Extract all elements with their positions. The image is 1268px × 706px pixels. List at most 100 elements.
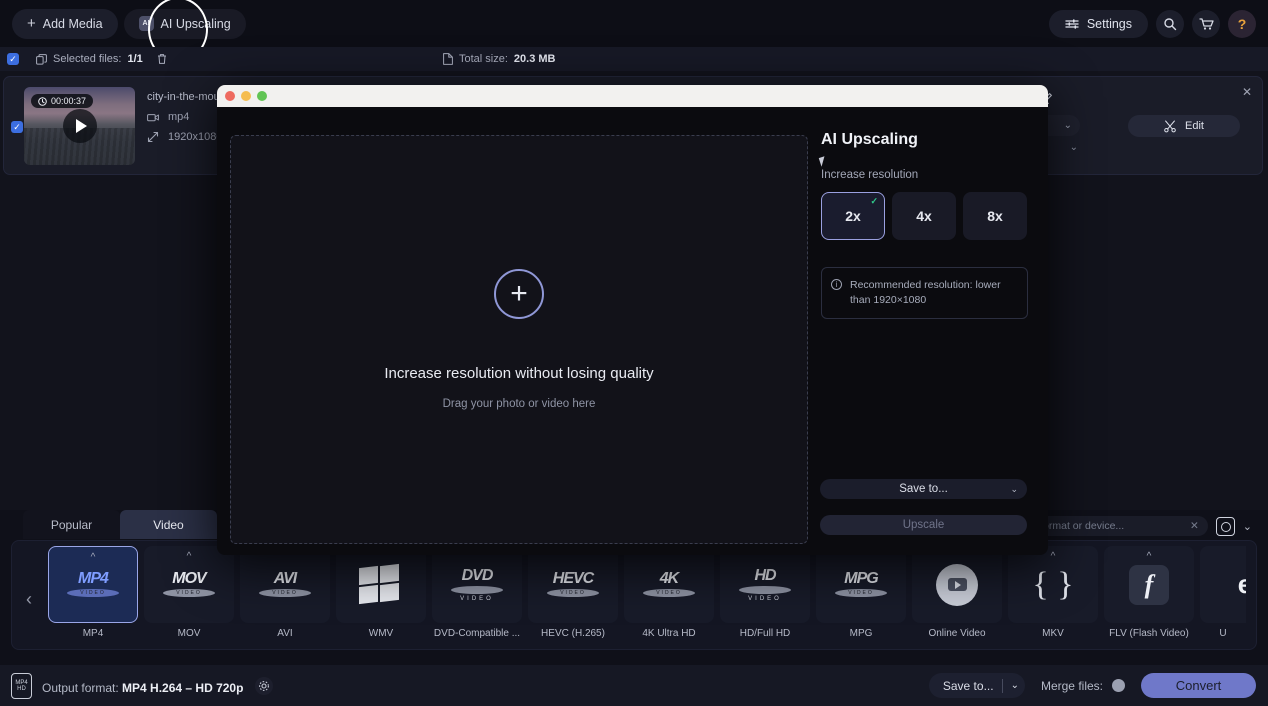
format-logo-hevc: HEVC VIDEO	[528, 546, 618, 623]
dropzone[interactable]: + Increase resolution without losing qua…	[230, 135, 808, 544]
format-logo-wmv	[336, 546, 426, 623]
device-search-icon[interactable]	[1216, 517, 1235, 536]
format-label-hd: HD/Full HD	[720, 628, 810, 639]
format-logo-flv: ^ f	[1104, 546, 1194, 623]
modal-sidebar: AI Upscaling Increase resolution 2x ✓ 4x…	[808, 107, 1048, 555]
chevron-up-icon[interactable]: ^	[1051, 551, 1056, 562]
bottom-bar: MP4HD Output format: MP4 H.264 – HD 720p…	[0, 665, 1268, 706]
chevron-down-icon[interactable]: ⌄	[1243, 520, 1252, 533]
selected-files-group: Selected files: 1/1	[36, 53, 167, 65]
toolbar-right-group: Settings ?	[1049, 10, 1256, 38]
format-logo-text: 4K	[643, 571, 695, 587]
format-card-4k[interactable]: 4K VIDEO 4K Ultra HD	[624, 546, 714, 639]
convert-button[interactable]: Convert	[1141, 673, 1256, 698]
selected-files-label: Selected files:	[53, 53, 121, 65]
scissors-icon	[1164, 120, 1177, 133]
format-logo-mov: ^ MOV VIDEO	[144, 546, 234, 623]
settings-button[interactable]: Settings	[1049, 10, 1148, 38]
chevron-down-icon: ⌄	[1070, 142, 1078, 153]
flash-icon: f	[1129, 565, 1169, 605]
close-traffic-light[interactable]	[225, 91, 235, 101]
modal-body: + Increase resolution without losing qua…	[217, 107, 1048, 555]
plus-icon: +	[27, 16, 36, 31]
format-logo-text: MOV	[163, 571, 215, 587]
dvd-word: VIDEO	[643, 589, 695, 597]
upscale-button[interactable]: Upscale	[820, 515, 1027, 535]
format-strip: ‹ › ^ MP4 VIDEO MP4 ^	[11, 540, 1257, 650]
format-card-wmv[interactable]: WMV	[336, 546, 426, 639]
output-extra-dropdown[interactable]: ⌄	[1070, 142, 1078, 153]
edit-button[interactable]: Edit	[1128, 115, 1240, 137]
format-card-mp4[interactable]: ^ MP4 VIDEO MP4	[48, 546, 138, 639]
clock-icon	[38, 97, 47, 106]
tab-video-label: Video	[153, 518, 183, 532]
prev-formats-button[interactable]: ‹	[26, 589, 32, 610]
divider	[1002, 679, 1003, 693]
file-name: city-in-the-mou	[147, 91, 222, 103]
format-card-hevc[interactable]: HEVC VIDEO HEVC (H.265)	[528, 546, 618, 639]
trash-icon[interactable]	[157, 53, 167, 65]
cart-icon	[1199, 17, 1214, 31]
convert-label: Convert	[1176, 678, 1222, 693]
format-logo-mpg: MPG VIDEO	[816, 546, 906, 623]
play-button[interactable]	[63, 109, 97, 143]
dvd-word: VIDEO	[451, 596, 503, 602]
total-size-label: Total size:	[459, 53, 508, 65]
settings-label: Settings	[1087, 17, 1132, 31]
format-card-mpg[interactable]: MPG VIDEO MPG	[816, 546, 906, 639]
format-card-partial[interactable]: e U	[1200, 546, 1246, 639]
format-label-online-video: Online Video	[912, 628, 1002, 639]
minimize-traffic-light[interactable]	[241, 91, 251, 101]
format-cards: ^ MP4 VIDEO MP4 ^ MOV VIDEO	[48, 546, 1246, 639]
tab-video[interactable]: Video	[120, 510, 217, 539]
modal-save-to-dropdown[interactable]: Save to... ⌄	[820, 479, 1027, 499]
file-icon	[443, 53, 453, 65]
merge-files-toggle[interactable]	[1112, 679, 1125, 692]
format-card-avi[interactable]: AVI VIDEO AVI	[240, 546, 330, 639]
chevron-up-icon[interactable]: ^	[91, 552, 96, 563]
save-to-dropdown[interactable]: Save to... ⌄	[929, 673, 1025, 698]
format-card-flv[interactable]: ^ f FLV (Flash Video)	[1104, 546, 1194, 639]
ai-upscaling-button[interactable]: AI AI Upscaling	[124, 9, 246, 39]
maximize-traffic-light[interactable]	[257, 91, 267, 101]
video-thumbnail[interactable]: 00:00:37	[24, 87, 135, 165]
format-label-mpg: MPG	[816, 628, 906, 639]
format-card-dvd[interactable]: DVD VIDEO DVD-Compatible ...	[432, 546, 522, 639]
format-label-mov: MOV	[144, 628, 234, 639]
file-resolution: 1920x1080	[168, 131, 222, 143]
add-media-button[interactable]: + Add Media	[12, 9, 118, 39]
chevron-up-icon[interactable]: ^	[1147, 551, 1152, 562]
gear-icon[interactable]	[255, 677, 273, 695]
file-checkbox[interactable]: ✓	[11, 121, 23, 133]
format-label-4k: 4K Ultra HD	[624, 628, 714, 639]
selected-files-value: 1/1	[127, 53, 142, 65]
cart-button[interactable]	[1192, 10, 1220, 38]
resolution-option-2x[interactable]: 2x ✓	[821, 192, 885, 240]
resolution-option-4x[interactable]: 4x	[892, 192, 956, 240]
format-card-hd[interactable]: HD VIDEO HD/Full HD	[720, 546, 810, 639]
add-media-label: Add Media	[43, 17, 103, 31]
app-window: + Add Media AI AI Upscaling Settings ?	[0, 0, 1268, 706]
select-all-checkbox[interactable]: ✓	[7, 53, 19, 65]
dvd-word: VIDEO	[835, 589, 887, 597]
search-icon-button[interactable]	[1156, 10, 1184, 38]
check-icon: ✓	[13, 122, 21, 133]
format-card-mov[interactable]: ^ MOV VIDEO MOV	[144, 546, 234, 639]
format-logo-text: HD	[739, 568, 791, 584]
modal-titlebar[interactable]	[217, 85, 1048, 107]
dropzone-subtext: Drag your photo or video here	[443, 398, 596, 410]
tab-popular[interactable]: Popular	[23, 510, 120, 539]
format-label-wmv: WMV	[336, 628, 426, 639]
add-file-button[interactable]: +	[494, 269, 544, 319]
help-button[interactable]: ?	[1228, 10, 1256, 38]
resolution-option-8x[interactable]: 8x	[963, 192, 1027, 240]
close-row-button[interactable]: ✕	[1242, 85, 1252, 99]
format-card-online-video[interactable]: Online Video	[912, 546, 1002, 639]
clear-search-icon[interactable]: ✕	[1190, 520, 1199, 532]
resolution-label: 8x	[987, 208, 1003, 224]
chevron-up-icon[interactable]: ^	[187, 551, 192, 562]
format-label-avi: AVI	[240, 628, 330, 639]
format-card-mkv[interactable]: ^ { } MKV	[1008, 546, 1098, 639]
resize-icon	[147, 131, 159, 143]
resolution-label: 2x	[845, 208, 861, 224]
